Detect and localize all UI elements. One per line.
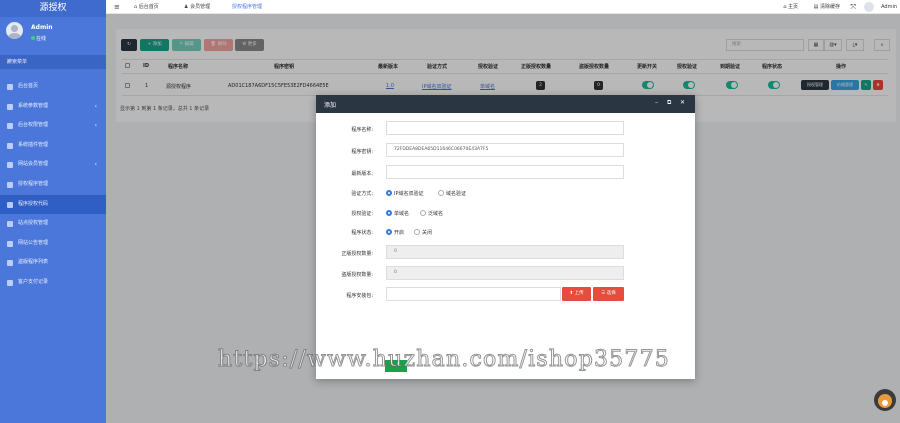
brand-logo[interactable]: 源授权	[0, 0, 106, 17]
avatar	[6, 22, 23, 39]
radio-label: IP域名双验证	[394, 191, 424, 197]
header-avatar[interactable]	[864, 2, 874, 12]
add-program-dialog: 添加 – ⧉ ✕ 程序名称: 程序密钥: 72FDDEA8DEA65D11646…	[316, 95, 695, 379]
sidebar-item-label: 授权程序管理	[18, 180, 49, 187]
sidebar-item-label: 后台权限管理	[18, 122, 49, 129]
package-label: 程序安装包:	[346, 293, 373, 299]
sidebar-item-pirate-list[interactable]: 盗版程序列表	[0, 253, 106, 273]
choose-button[interactable]: ☰ 选择	[593, 287, 624, 301]
top-header: ≡ ⌂ 后台首页 ♟ 会员管理 授权程序管理 ⌂ 主页 ▤ 清除缓存 ⤧ Adm…	[106, 0, 900, 14]
sidebar-item-label: 站点授权管理	[18, 220, 49, 227]
radio-icon	[438, 190, 444, 196]
radio-label: 开启	[394, 230, 405, 236]
user-status-label: 在线	[36, 36, 47, 42]
sidebar-item-label: 客户支付记录	[18, 278, 49, 285]
radio-selected-icon	[386, 190, 392, 196]
chevron-left-icon: ‹	[94, 161, 97, 169]
version-input[interactable]	[386, 165, 624, 179]
verify-method-label: 验证方式:	[351, 191, 373, 197]
radio-icon	[420, 210, 426, 216]
user-panel: Admin 在线	[0, 17, 106, 51]
menu-search-input[interactable]: 搜索菜单 ⌕	[0, 55, 106, 69]
home-label: 主页	[787, 4, 798, 10]
auth-wildcard-domain-radio[interactable]: 泛域名	[420, 210, 443, 217]
sidebar-item-payments[interactable]: 客户支付记录	[0, 273, 106, 293]
sidebar-item-label: 系统参数管理	[18, 102, 49, 109]
status-on-radio[interactable]: 开启	[386, 229, 404, 236]
sidebar-item-auth-programs[interactable]: 授权程序管理	[0, 175, 106, 195]
online-dot-icon	[31, 36, 35, 40]
clear-cache-label: 清除缓存	[819, 4, 840, 10]
tab-members[interactable]: ♟ 会员管理	[184, 0, 210, 14]
search-icon[interactable]: ⌕	[7, 58, 97, 66]
fullscreen-icon[interactable]: ⤧	[850, 0, 856, 14]
sidebar-item-system-params[interactable]: 系统参数管理 ‹	[0, 97, 106, 117]
sidebar-item-label: 程序授权代码	[18, 200, 49, 207]
tab-label: 会员管理	[190, 4, 211, 10]
tab-label: 后台首页	[138, 4, 159, 10]
sidebar-menu: 后台首页 系统参数管理 ‹ 后台权限管理 ‹ 系统插件管理 网站会员管理 ‹ 授权程序…	[0, 77, 106, 293]
status-label: 程序状态:	[351, 230, 373, 236]
genuine-count-label: 正版授权数量:	[341, 251, 373, 257]
sidebar-item-plugins[interactable]: 系统插件管理	[0, 136, 106, 156]
program-key-input[interactable]: 72FDDEA8DEA65D11646C06670E43A7F5	[386, 143, 624, 157]
sidebar-item-label: 网站公告管理	[18, 239, 49, 246]
upload-label: 上传	[574, 291, 584, 296]
dialog-title: 添加	[324, 102, 337, 109]
sidebar-item-label: 系统插件管理	[18, 141, 49, 148]
verify-method-domain-radio[interactable]: 域名验证	[438, 190, 466, 197]
header-username[interactable]: Admin	[881, 0, 897, 14]
key-label: 程序密钥:	[351, 149, 373, 155]
radio-label: 域名验证	[446, 191, 467, 197]
program-name-input[interactable]	[386, 121, 624, 135]
sidebar-item-announcements[interactable]: 网站公告管理	[0, 234, 106, 254]
sidebar: 源授权 Admin 在线 搜索菜单 ⌕ 后台首页 系统参数管理 ‹ 后台权限管理 ‹…	[0, 0, 106, 423]
minimize-icon[interactable]: –	[655, 99, 658, 106]
package-path-input[interactable]	[386, 287, 561, 301]
verify-method-ip-domain-radio[interactable]: IP域名双验证	[386, 190, 424, 197]
radio-selected-icon	[386, 210, 392, 216]
auth-single-domain-radio[interactable]: 单域名	[386, 210, 409, 217]
sidebar-item-label: 后台首页	[18, 83, 39, 89]
sidebar-item-dashboard[interactable]: 后台首页	[0, 77, 106, 97]
sidebar-item-label: 网站会员管理	[18, 161, 49, 168]
chevron-left-icon: ‹	[94, 122, 97, 130]
maximize-icon[interactable]: ⧉	[667, 99, 671, 107]
close-icon[interactable]: ✕	[680, 99, 685, 106]
version-label: 最新版本:	[351, 171, 373, 177]
pirate-count-input[interactable]: 0	[386, 266, 624, 280]
pirate-count-label: 盗版授权数量:	[341, 272, 373, 278]
name-label: 程序名称:	[351, 127, 373, 133]
radio-selected-icon	[386, 229, 392, 235]
sidebar-item-auth-codes[interactable]: 程序授权代码	[0, 194, 106, 215]
watermark-text: https://www.huzhan.com/ishop35775	[218, 347, 670, 373]
user-status: 在线	[31, 35, 46, 42]
status-off-radio[interactable]: 关闭	[414, 229, 432, 236]
chevron-left-icon: ‹	[94, 102, 97, 110]
radio-label: 关闭	[422, 230, 433, 236]
radio-label: 泛域名	[428, 211, 444, 217]
user-name: Admin	[31, 24, 53, 31]
mascot-avatar[interactable]	[874, 389, 896, 411]
genuine-count-input[interactable]: 0	[386, 245, 624, 259]
menu-toggle-icon[interactable]: ≡	[114, 0, 120, 14]
clear-cache-button[interactable]: ▤ 清除缓存	[814, 0, 840, 14]
sidebar-item-permissions[interactable]: 后台权限管理 ‹	[0, 116, 106, 136]
radio-icon	[414, 229, 420, 235]
tab-auth-programs[interactable]: 授权程序管理	[232, 0, 262, 14]
sidebar-item-site-auth[interactable]: 站点授权管理	[0, 214, 106, 234]
radio-label: 单域名	[394, 211, 410, 217]
choose-label: 选择	[606, 291, 616, 296]
dialog-header[interactable]: 添加 – ⧉ ✕	[316, 95, 695, 113]
auth-verify-label: 授权验证:	[351, 211, 373, 217]
tab-dashboard[interactable]: ⌂ 后台首页	[134, 0, 159, 14]
home-link[interactable]: ⌂ 主页	[783, 0, 798, 14]
upload-button[interactable]: ⬆ 上传	[562, 287, 591, 301]
sidebar-item-label: 盗版程序列表	[18, 259, 49, 266]
sidebar-item-members[interactable]: 网站会员管理 ‹	[0, 155, 106, 175]
